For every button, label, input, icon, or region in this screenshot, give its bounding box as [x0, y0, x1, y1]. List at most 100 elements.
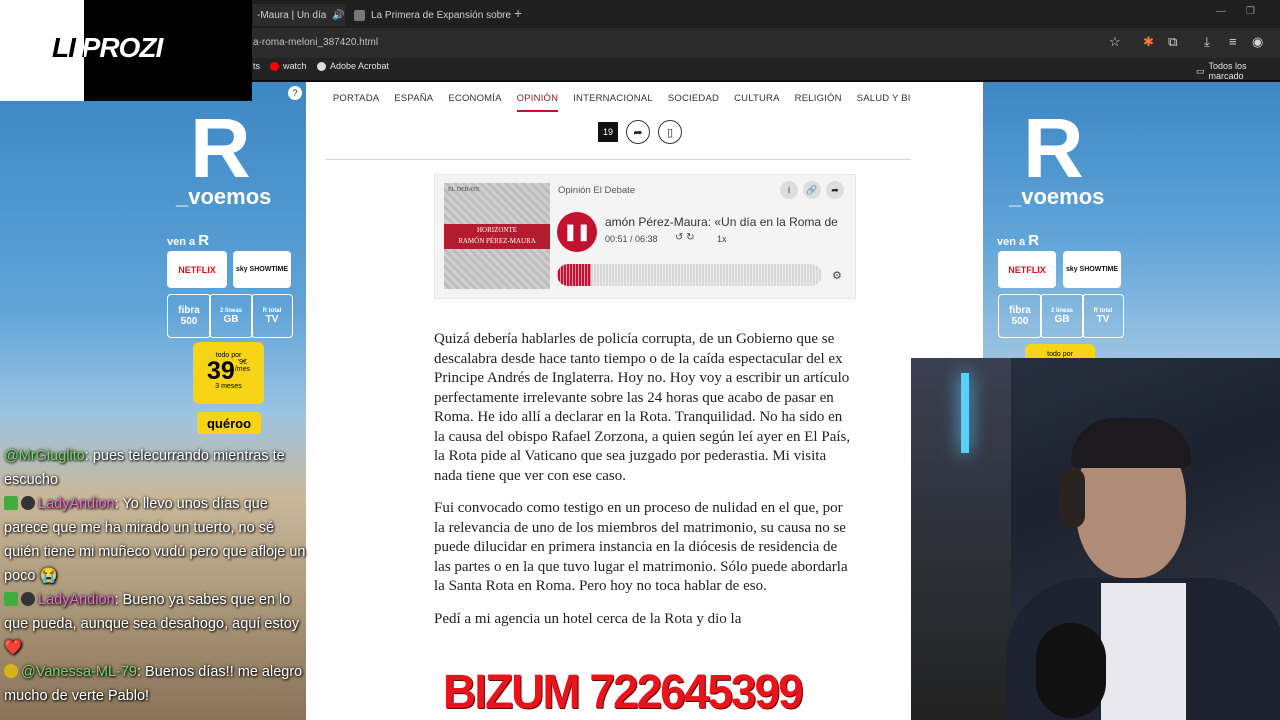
- headphones: [1059, 468, 1085, 528]
- nav-item[interactable]: INTERNACIONAL: [573, 82, 653, 112]
- extension-icon[interactable]: ✱: [1143, 34, 1154, 50]
- chat-username: LadyAndion: [38, 496, 115, 512]
- tab-active[interactable]: -Maura | Un día 🔊 ✕: [253, 4, 345, 26]
- chat-username: @Vanessa-ML-79: [21, 664, 137, 680]
- nav-item[interactable]: SALUD Y BIENESTAR: [857, 82, 911, 112]
- webcam-person-shirt: [1101, 583, 1186, 720]
- skyshowtime-logo: sky SHOWTIME: [233, 251, 291, 288]
- brand-logo: R: [190, 101, 251, 195]
- price-decimals-wrap: '9€/mes: [235, 359, 250, 373]
- brand-tagline: _voemos: [1009, 184, 1105, 209]
- price-row: 39 '9€/mes: [193, 359, 264, 384]
- gb-bottom: GB: [1054, 313, 1070, 325]
- chat-overlay: @MrGiuglito: pues telecurrando mientras …: [0, 444, 306, 720]
- new-tab-button[interactable]: +: [514, 5, 522, 21]
- check-badge-icon: [4, 496, 18, 510]
- nav-item[interactable]: SOCIEDAD: [668, 82, 719, 112]
- speaker-icon[interactable]: 🔊: [332, 10, 344, 21]
- waveform-scrubber[interactable]: [557, 264, 822, 286]
- player-icons: i 🔗 ➦: [780, 181, 844, 199]
- chat-username: LadyAndion: [38, 592, 115, 608]
- right-ad[interactable]: R _voemos ven a R NETFLIX sky SHOWTIME f…: [983, 82, 1280, 358]
- maximize-icon[interactable]: ❐: [1246, 6, 1255, 17]
- netflix-logo: NETFLIX: [167, 251, 227, 288]
- fibra-bottom: 500: [1011, 316, 1029, 327]
- player-time: 00:51 / 06:38: [605, 234, 658, 244]
- info-icon[interactable]: i: [780, 181, 798, 199]
- favicon-icon: [354, 9, 365, 21]
- ven-a-brand: R: [198, 232, 210, 249]
- tab-inactive[interactable]: La Primera de Expansión sobre ✕: [350, 4, 514, 26]
- tv-box: R total TV: [251, 294, 293, 338]
- avatar[interactable]: ◉: [1252, 34, 1263, 50]
- bookmark-icon[interactable]: ▯: [658, 120, 682, 144]
- pause-button[interactable]: ❚❚: [557, 212, 597, 252]
- chat-message: LadyAndion: Yo llevo unos días que parec…: [0, 492, 306, 588]
- folder-icon: ▭: [1196, 65, 1205, 76]
- bizum-banner: BIZUM 722645399: [443, 663, 804, 719]
- minimize-icon[interactable]: —: [1216, 6, 1226, 17]
- smile-badge-icon: [4, 664, 18, 678]
- fibra-box: fibra 500: [998, 294, 1042, 338]
- brand-logo: R: [1023, 101, 1084, 195]
- webcam-light: [961, 373, 969, 453]
- speed-button[interactable]: 1x: [717, 234, 727, 244]
- ven-a-label: ven a R: [167, 232, 209, 249]
- skip-icons[interactable]: ↺ ↻: [675, 232, 695, 243]
- article-body: Quizá debería hablarles de policía corru…: [434, 330, 856, 642]
- thumb-tag: EL DEBATE: [448, 187, 480, 193]
- share-icon[interactable]: ➦: [626, 120, 650, 144]
- player-source: Opinión El Debate: [558, 185, 636, 196]
- thumb-banner-line2: RAMÓN PÉREZ-MAURA: [458, 237, 536, 245]
- settings-icon[interactable]: ⚙: [832, 269, 842, 282]
- bookmark-watch[interactable]: watch: [270, 61, 307, 71]
- url-field[interactable]: a-roma-meloni_387420.html: [253, 37, 378, 48]
- skyshowtime-logo: sky SHOWTIME: [1063, 251, 1121, 288]
- netflix-logo: NETFLIX: [998, 251, 1056, 288]
- brand-tagline: _voemos: [176, 184, 272, 209]
- fibra-bottom: 500: [180, 316, 198, 327]
- bookmark-partial[interactable]: ts: [253, 61, 260, 71]
- article-paragraph: Quizá debería hablarles de policía corru…: [434, 331, 851, 484]
- ven-a-label: ven a R: [997, 232, 1039, 249]
- article-page: PORTADA ESPAÑA ECONOMÍA OPINIÓN INTERNACIONA…: [306, 82, 911, 720]
- acrobat-icon: [317, 61, 326, 71]
- price-badge: todo por: [1025, 344, 1095, 358]
- player-title: amón Pérez-Maura: «Un día en la Roma de: [605, 215, 838, 229]
- thumb-banner: HORIZONTE RAMÓN PÉREZ-MAURA: [444, 224, 550, 249]
- media-icon[interactable]: ≡: [1229, 34, 1237, 49]
- help-icon[interactable]: ?: [288, 86, 302, 100]
- star-icon[interactable]: ☆: [1109, 34, 1121, 50]
- bookmark-label: watch: [283, 61, 307, 71]
- gb-bottom: GB: [223, 313, 239, 325]
- cta-button[interactable]: quéroo: [197, 412, 261, 434]
- thumb-banner-line1: HORIZONTE: [476, 226, 518, 234]
- tab-title: La Primera de Expansión sobre: [371, 9, 512, 21]
- nav-item[interactable]: CULTURA: [734, 82, 780, 112]
- all-bookmarks[interactable]: ▭ Todos los marcado: [1196, 61, 1280, 81]
- waveform-lines: [557, 264, 822, 286]
- bookmark-acrobat[interactable]: Adobe Acrobat: [317, 61, 389, 71]
- download-icon[interactable]: ⤓: [1204, 34, 1210, 50]
- nav-item[interactable]: PORTADA: [333, 82, 379, 112]
- nav-item[interactable]: ESPAÑA: [394, 82, 433, 112]
- nav-item[interactable]: RELIGIÓN: [795, 82, 842, 112]
- page-background: [911, 82, 983, 358]
- nav-item[interactable]: OPINIÓN: [516, 82, 559, 112]
- comments-count[interactable]: 19: [598, 122, 618, 142]
- youtube-icon: [270, 61, 279, 71]
- podcast-thumbnail: EL DEBATE HORIZONTE RAMÓN PÉREZ-MAURA: [444, 183, 550, 289]
- gb-box: 2 líneas GB: [1040, 294, 1084, 338]
- link-icon[interactable]: 🔗: [803, 181, 821, 199]
- nav-item[interactable]: ECONOMÍA: [448, 82, 501, 112]
- check-badge-icon: [4, 592, 18, 606]
- bookmark-label: Todos los marcado: [1208, 61, 1247, 81]
- puzzle-icon[interactable]: ⧉: [1168, 34, 1177, 50]
- ven-a-text: ven a: [997, 236, 1026, 248]
- ven-a-text: ven a: [167, 236, 196, 248]
- chat-username: @MrGiuglito: [4, 448, 85, 464]
- chat-message: @MrGiuglito: pues telecurrando mientras …: [0, 444, 306, 492]
- tv-bottom: TV: [1096, 313, 1110, 325]
- share-icon[interactable]: ➦: [826, 181, 844, 199]
- tv-bottom: TV: [265, 313, 279, 325]
